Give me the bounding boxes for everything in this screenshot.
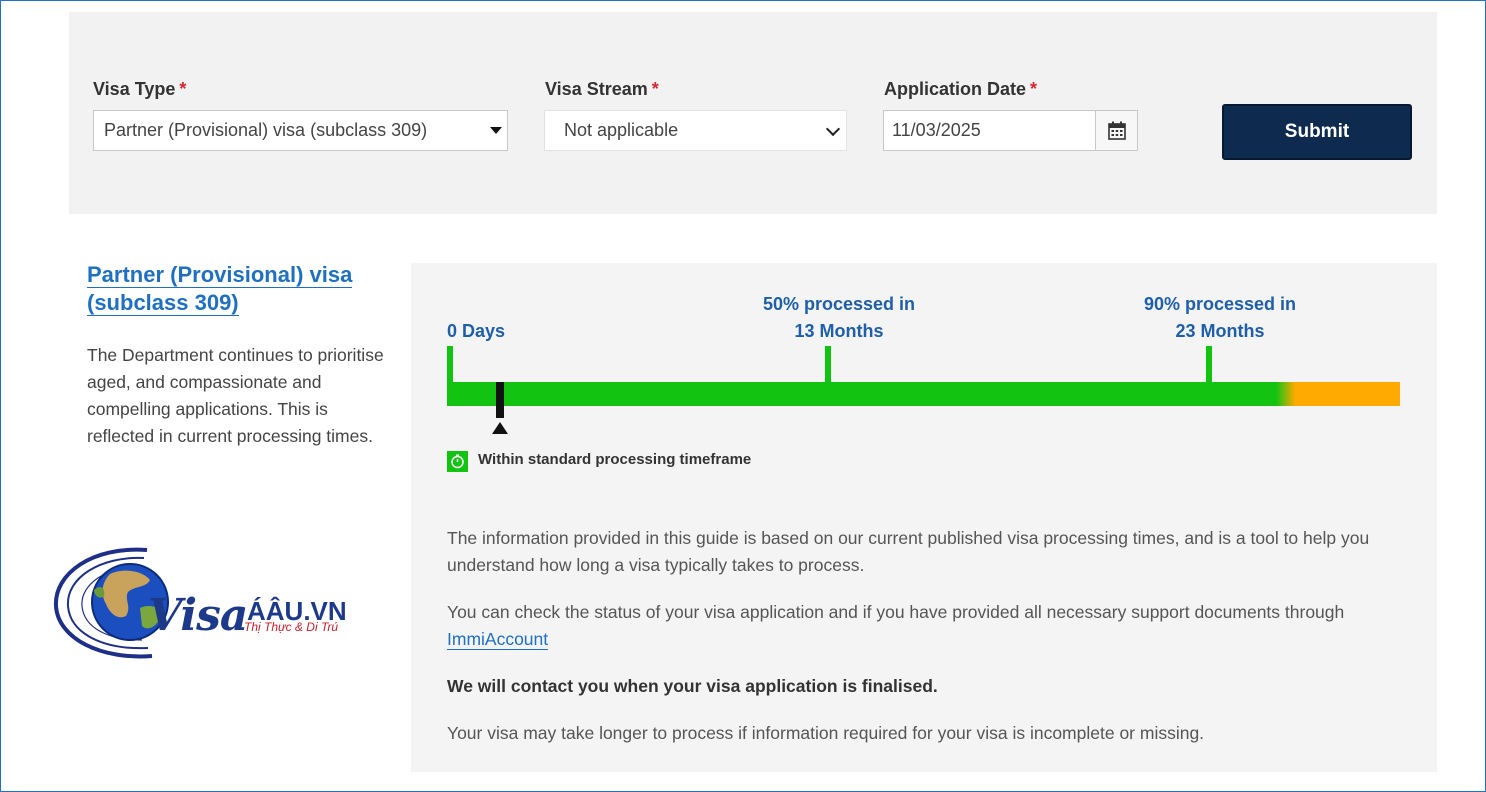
info-paragraph-3: We will contact you when your visa appli… [447, 676, 938, 696]
application-date-label: Application Date * [884, 79, 1038, 99]
info-paragraph-1: The information provided in this guide i… [447, 528, 1370, 575]
visa-stream-select[interactable]: Not applicable [544, 110, 847, 151]
application-date-input[interactable]: 11/03/2025 [883, 110, 1096, 151]
application-date-value: 11/03/2025 [892, 120, 981, 140]
timeline-start-label: 0 Days [447, 321, 506, 341]
status-legend-text: Within standard processing timeframe [478, 451, 752, 468]
processing-timeline-bar [447, 382, 1400, 406]
clock-check-icon [447, 451, 468, 472]
visa-stream-value: Not applicable [564, 120, 679, 140]
calendar-button[interactable] [1095, 110, 1138, 151]
visa-type-select[interactable]: Partner (Provisional) visa (subclass 309… [93, 110, 508, 151]
calendar-icon [1107, 121, 1126, 140]
timeline-90-label: 90% processed in 23 Months [1143, 294, 1297, 341]
application-position-marker [496, 382, 504, 418]
visa-description: The Department continues to prioritise a… [87, 345, 384, 446]
chevron-down-icon [825, 121, 841, 136]
marker-pointer [492, 422, 508, 434]
info-paragraph-2: You can check the status of your visa ap… [447, 602, 1345, 650]
timeline-50-label: 50% processed in 13 Months [762, 294, 916, 341]
visa-type-label: Visa Type * [93, 79, 187, 99]
visa-type-value: Partner (Provisional) visa (subclass 309… [104, 120, 428, 140]
timeline-50-tick [825, 346, 831, 382]
logo-text: Visa [148, 590, 248, 641]
submit-button[interactable]: Submit [1222, 104, 1412, 160]
timeline-start-tick [447, 346, 453, 382]
timeline-90-tick [1206, 346, 1212, 382]
dropdown-caret-icon [490, 127, 502, 134]
logo-subtitle: Thị Thực & Di Trú [244, 620, 339, 634]
immiaccount-link[interactable]: ImmiAccount [447, 629, 549, 650]
visa-title-link[interactable]: Partner (Provisional) visa (subclass 309… [87, 261, 387, 317]
info-paragraph-4: Your visa may take longer to process if … [447, 723, 1205, 743]
visa-stream-label: Visa Stream * [545, 79, 659, 99]
